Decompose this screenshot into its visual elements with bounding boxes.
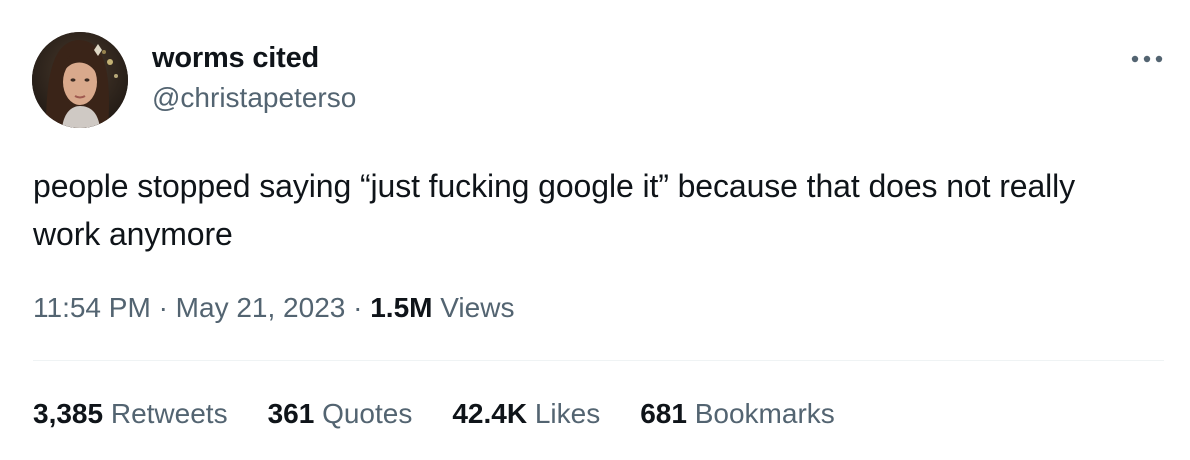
divider — [33, 360, 1164, 361]
stat-quotes[interactable]: 361 Quotes — [268, 394, 413, 434]
avatar-photo — [32, 32, 128, 128]
retweets-label: Retweets — [110, 398, 228, 429]
avatar[interactable] — [32, 32, 128, 128]
likes-label: Likes — [534, 398, 601, 429]
author-display-name[interactable]: worms cited — [152, 40, 356, 76]
views-label: Views — [440, 292, 515, 323]
more-options-button[interactable] — [1124, 42, 1170, 76]
tweet-date[interactable]: May 21, 2023 — [176, 292, 346, 323]
author-handle[interactable]: @christapeterso — [152, 80, 356, 116]
tweet-text: people stopped saying “just fucking goog… — [33, 168, 1076, 252]
more-horizontal-icon — [1131, 55, 1163, 63]
stat-retweets[interactable]: 3,385 Retweets — [33, 394, 228, 434]
meta-separator: · — [353, 292, 363, 323]
author-info: worms cited @christapeterso — [152, 40, 356, 116]
views-count: 1.5M — [370, 292, 433, 323]
meta-separator: · — [158, 292, 168, 323]
stat-likes[interactable]: 42.4K Likes — [452, 394, 600, 434]
likes-count: 42.4K — [452, 398, 528, 429]
bookmarks-label: Bookmarks — [694, 398, 835, 429]
engagement-stats: 3,385 Retweets 361 Quotes 42.4K Likes 68… — [33, 394, 875, 434]
retweets-count: 3,385 — [33, 398, 104, 429]
quotes-label: Quotes — [322, 398, 413, 429]
tweet-time[interactable]: 11:54 PM — [33, 292, 151, 323]
stat-bookmarks[interactable]: 681 Bookmarks — [640, 394, 835, 434]
tweet-card: worms cited @christapeterso people stopp… — [0, 0, 1190, 460]
tweet-meta: 11:54 PM · May 21, 2023 · 1.5M Views — [33, 288, 514, 328]
quotes-count: 361 — [267, 398, 315, 429]
bookmarks-count: 681 — [640, 398, 687, 429]
